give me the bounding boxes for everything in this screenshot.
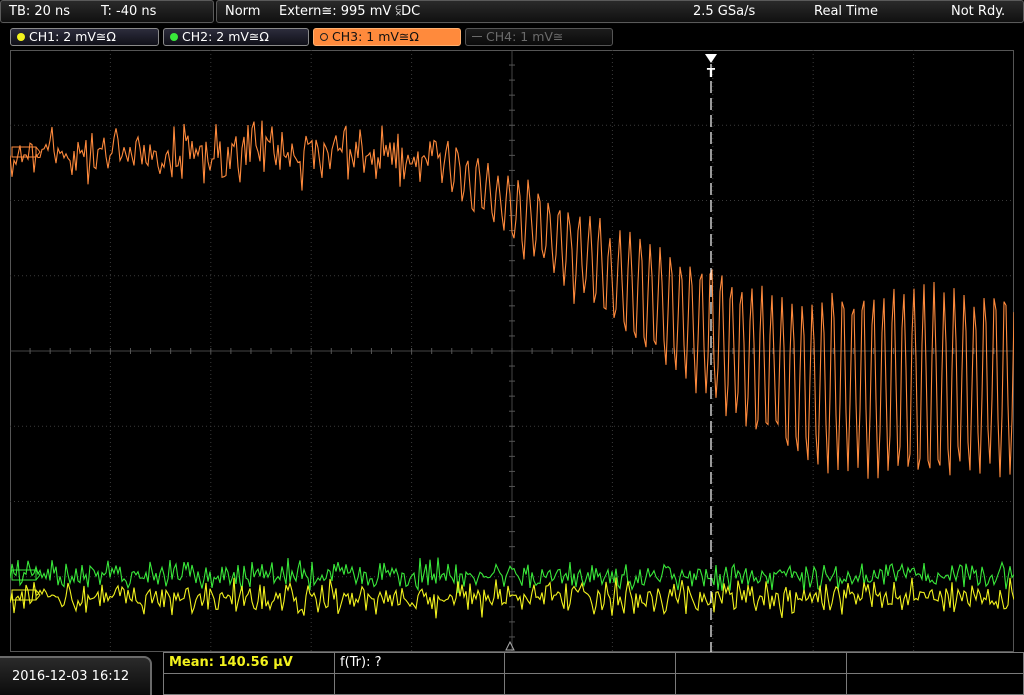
measurement-mean-cell[interactable]: Mean: 140.56 µV (163, 652, 335, 674)
measurement-slot-5[interactable] (846, 652, 1024, 674)
channel-3-tab[interactable]: CH3: 1 mV≅Ω (313, 28, 461, 46)
channel-1-color-dot (17, 33, 25, 41)
channel-3-color-dot (320, 33, 328, 41)
trigger-source[interactable]: Extern≅: 995 mV ⫁DC (279, 1, 420, 22)
channel-3-label: CH3: 1 mV≅Ω (332, 29, 419, 44)
trigger-mode[interactable]: Norm (225, 1, 260, 22)
measurement-slot-8[interactable] (504, 673, 676, 695)
measurement-rise: f(Tr): ? (340, 655, 382, 670)
measurement-slot-9[interactable] (675, 673, 847, 695)
waveform-display[interactable]: T (10, 50, 1014, 652)
timebase-readout[interactable]: TB: 20 ns (9, 1, 70, 22)
run-status: Not Rdy. (951, 4, 1006, 19)
channel-1-tab[interactable]: CH1: 2 mV≅Ω (10, 28, 159, 46)
channel-2-tab[interactable]: CH2: 2 mV≅Ω (163, 28, 309, 46)
measurement-mean: Mean: 140.56 µV (169, 655, 293, 670)
trigger-panel[interactable]: Norm Extern≅: 995 mV ⫁DC 2.5 GSa/s Real … (216, 0, 1024, 23)
status-bar: TB: 20 ns T: -40 ns Norm Extern≅: 995 mV… (0, 0, 1024, 24)
measurement-slot-10[interactable] (846, 673, 1024, 695)
timebase-panel[interactable]: TB: 20 ns T: -40 ns (0, 0, 214, 23)
trigger-position-readout[interactable]: T: -40 ns (101, 1, 156, 22)
measurement-slot-6[interactable] (163, 673, 335, 695)
measurement-slot-3[interactable] (504, 652, 676, 674)
datetime-panel: 2016-12-03 16:12 (0, 656, 152, 695)
channel-1-label: CH1: 2 mV≅Ω (29, 29, 116, 44)
measurement-slot-4[interactable] (675, 652, 847, 674)
measurement-slot-7[interactable] (334, 673, 505, 695)
channel-4-label: CH4: 1 mV≅ (486, 29, 564, 44)
channel-2-color-dot (170, 33, 178, 41)
measurement-rise-cell[interactable]: f(Tr): ? (334, 652, 505, 674)
acquisition-mode[interactable]: Real Time (814, 1, 878, 22)
sample-rate: 2.5 GSa/s (693, 4, 756, 19)
datetime: 2016-12-03 16:12 (12, 669, 130, 684)
measurement-bar: Mean: 140.56 µV f(Tr): ? (163, 652, 1024, 695)
channel-2-label: CH2: 2 mV≅Ω (182, 29, 269, 44)
channel-4-tab[interactable]: CH4: 1 mV≅ (465, 28, 613, 46)
trigger-marker-label: T (707, 66, 716, 80)
channel-4-off-marker (472, 36, 482, 37)
